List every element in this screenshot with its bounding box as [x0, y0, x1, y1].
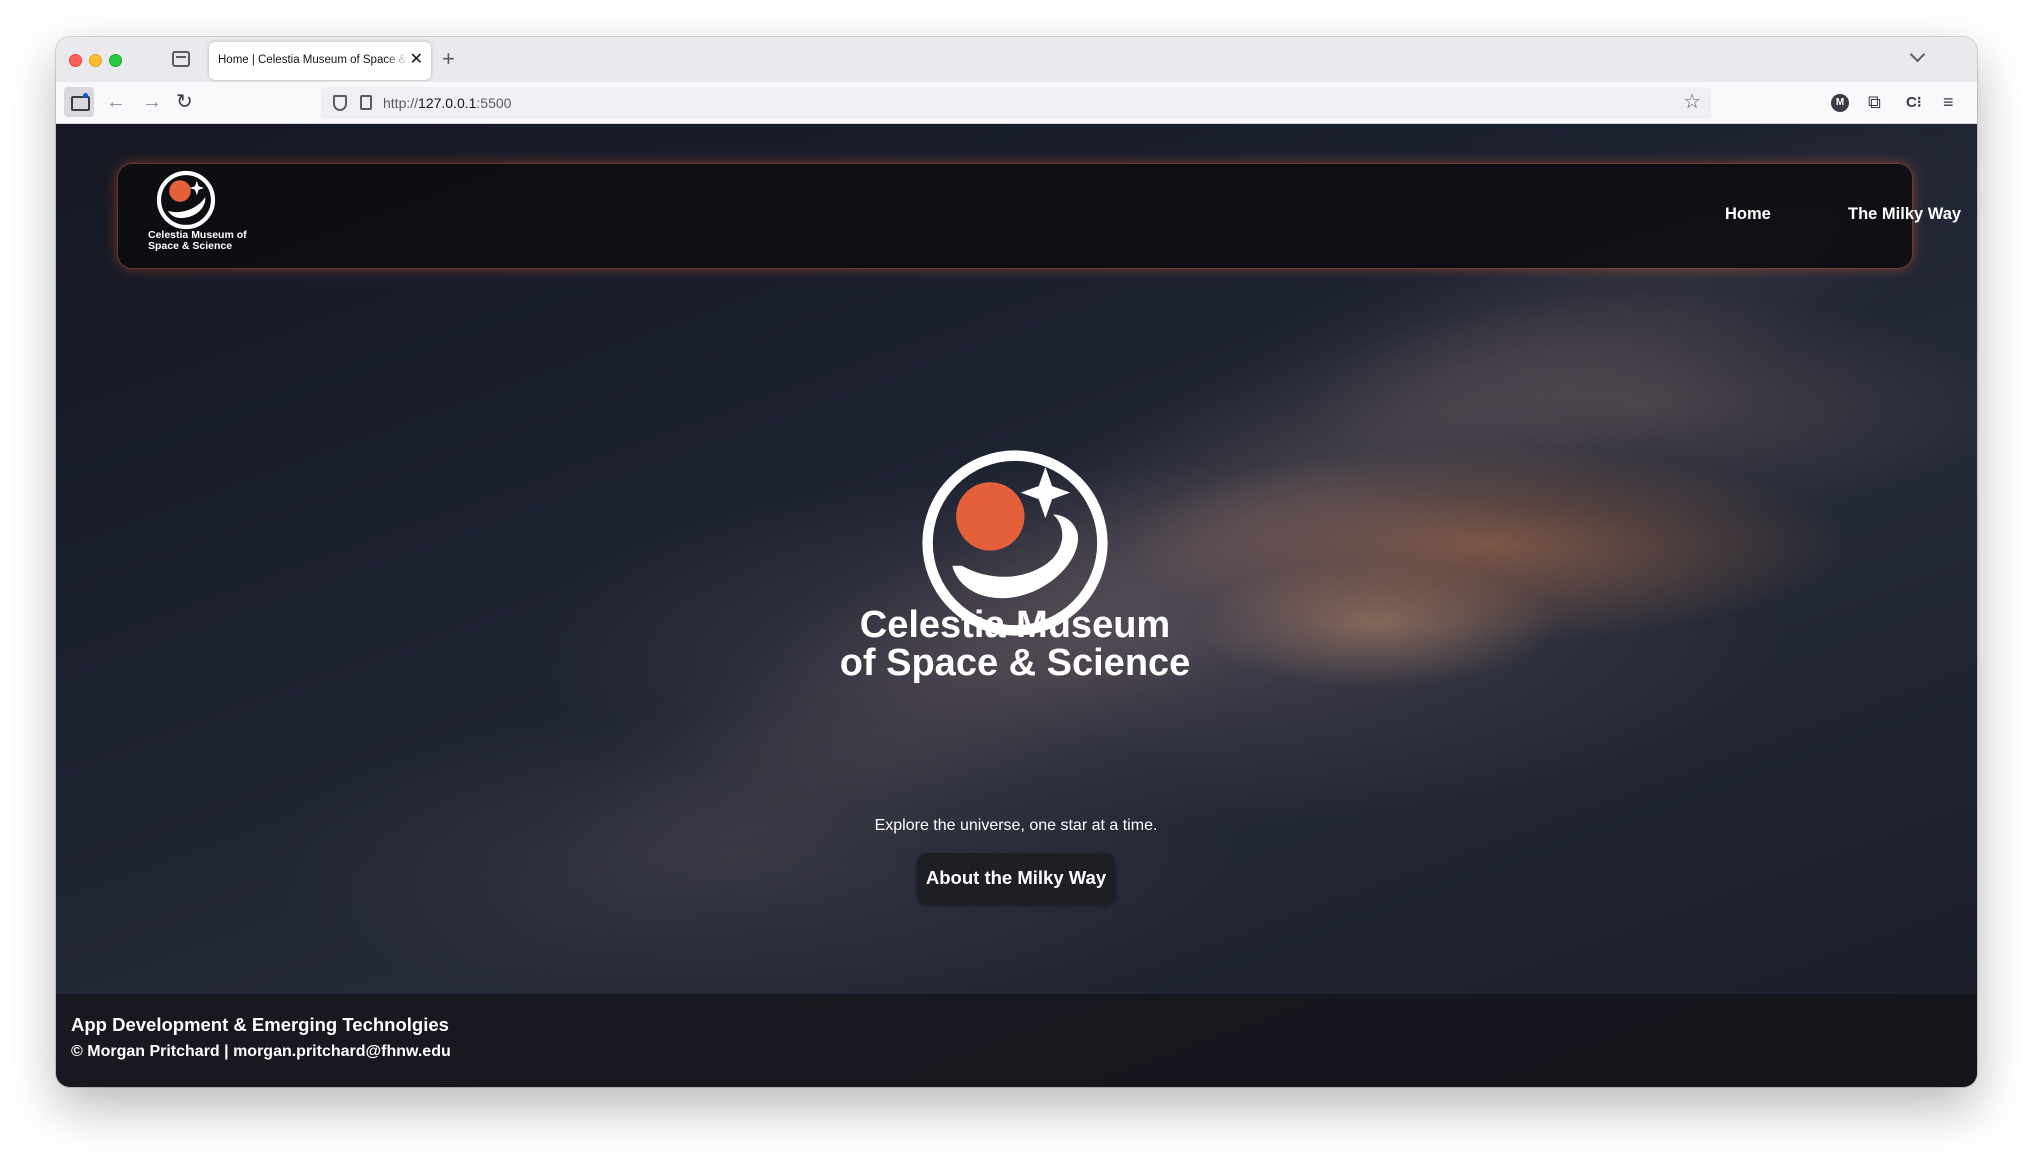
- star-bookmark-icon[interactable]: ☆: [1683, 90, 1701, 114]
- back-arrow-icon[interactable]: ←: [106, 88, 126, 116]
- footer-course: App Development & Emerging Technolgies: [71, 1014, 449, 1035]
- nav-link-home[interactable]: Home: [1725, 205, 1771, 224]
- address-bar[interactable]: http://127.0.0.1:5500 ☆: [321, 87, 1711, 119]
- site-header: Celestia Museum of Space & Science Home …: [118, 164, 1961, 268]
- chevron-down-icon[interactable]: [1909, 46, 1926, 63]
- hero-tagline: Explore the universe, one star at a time…: [874, 817, 1158, 834]
- maximize-window-button[interactable]: [109, 54, 122, 67]
- tab-title: Home | Celestia Museum of Space & Scienc…: [218, 54, 408, 66]
- nav-link-milky-way[interactable]: The Milky Way: [1848, 205, 1961, 224]
- hero-title-line1: Celestia Museum: [859, 604, 1171, 646]
- page-icon[interactable]: [360, 95, 372, 110]
- extension-c-icon[interactable]: C⁝: [1906, 91, 1922, 115]
- menu-icon[interactable]: ≡: [1943, 90, 1954, 114]
- active-tab[interactable]: Home | Celestia Museum of Space & Scienc…: [209, 42, 431, 80]
- url-text[interactable]: http://127.0.0.1:5500: [383, 95, 511, 111]
- footer-credit: © Morgan Pritchard | morgan.pritchard@fh…: [71, 1043, 451, 1060]
- browser-window: Home | Celestia Museum of Space & Scienc…: [56, 37, 1977, 1087]
- minimize-window-button[interactable]: [89, 54, 102, 67]
- hero-title: Celestia Museum of Space & Science: [800, 606, 1230, 682]
- web-page: Celestia Museum of Space & Science Home …: [56, 124, 1977, 1087]
- sidebar-icon[interactable]: [64, 87, 94, 117]
- tab-list-icon[interactable]: [172, 51, 190, 67]
- tab-strip: Home | Celestia Museum of Space & Scienc…: [56, 37, 1977, 82]
- header-logo-text[interactable]: Celestia Museum of Space & Science: [148, 230, 258, 252]
- site-footer: App Development & Emerging Technolgies ©…: [56, 994, 1977, 1087]
- navigation-toolbar: ← → ↻ http://127.0.0.1:5500 ☆ M ⧉ C⁝ ≡: [56, 82, 1977, 124]
- forward-arrow-icon[interactable]: →: [142, 88, 162, 116]
- reload-icon[interactable]: ↻: [176, 88, 193, 116]
- museum-logo-icon[interactable]: [156, 170, 216, 230]
- extensions-icon[interactable]: ⧉: [1868, 90, 1881, 114]
- close-tab-icon[interactable]: ✕: [410, 51, 423, 69]
- account-icon[interactable]: M: [1831, 94, 1849, 112]
- shield-icon[interactable]: [333, 95, 347, 111]
- hero-title-line2: of Space & Science: [839, 642, 1191, 684]
- close-window-button[interactable]: [69, 54, 82, 67]
- about-milky-way-button[interactable]: About the Milky Way: [917, 853, 1115, 903]
- new-tab-button[interactable]: +: [442, 46, 455, 72]
